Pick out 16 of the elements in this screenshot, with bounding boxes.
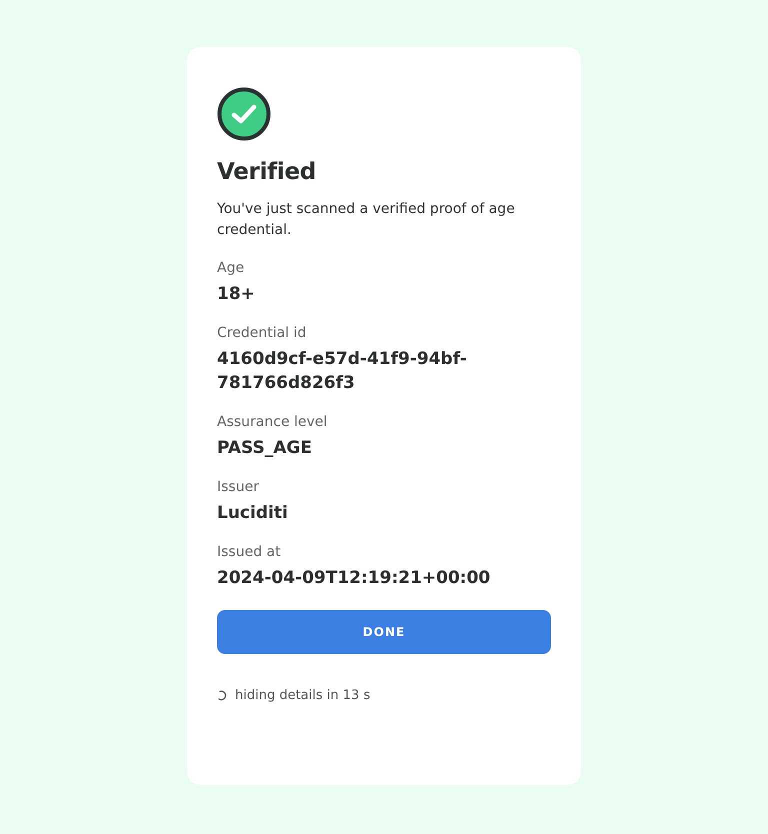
- field-label: Credential id: [217, 324, 308, 343]
- countdown-text: hiding details in 13 s: [235, 688, 370, 703]
- field-value: PASS_AGE: [217, 437, 314, 460]
- field-label: Issued at: [217, 543, 282, 562]
- field-label: Assurance level: [217, 413, 328, 432]
- check-circle-icon: [217, 87, 271, 141]
- spinner-icon: [217, 690, 228, 701]
- field-value: 4160d9cf-e57d-41f9-94bf-781766d826f3: [217, 348, 468, 395]
- done-button[interactable]: DONE: [217, 610, 551, 654]
- status-title: Verified: [217, 159, 317, 185]
- field-value: Luciditi: [217, 502, 289, 525]
- field-label: Issuer: [217, 478, 260, 497]
- field-label: Age: [217, 259, 246, 278]
- field-value: 18+: [217, 283, 256, 306]
- status-message: You've just scanned a verified proof of age credential.: [217, 200, 516, 240]
- field-value: 2024-04-09T12:19:21+00:00: [217, 567, 492, 590]
